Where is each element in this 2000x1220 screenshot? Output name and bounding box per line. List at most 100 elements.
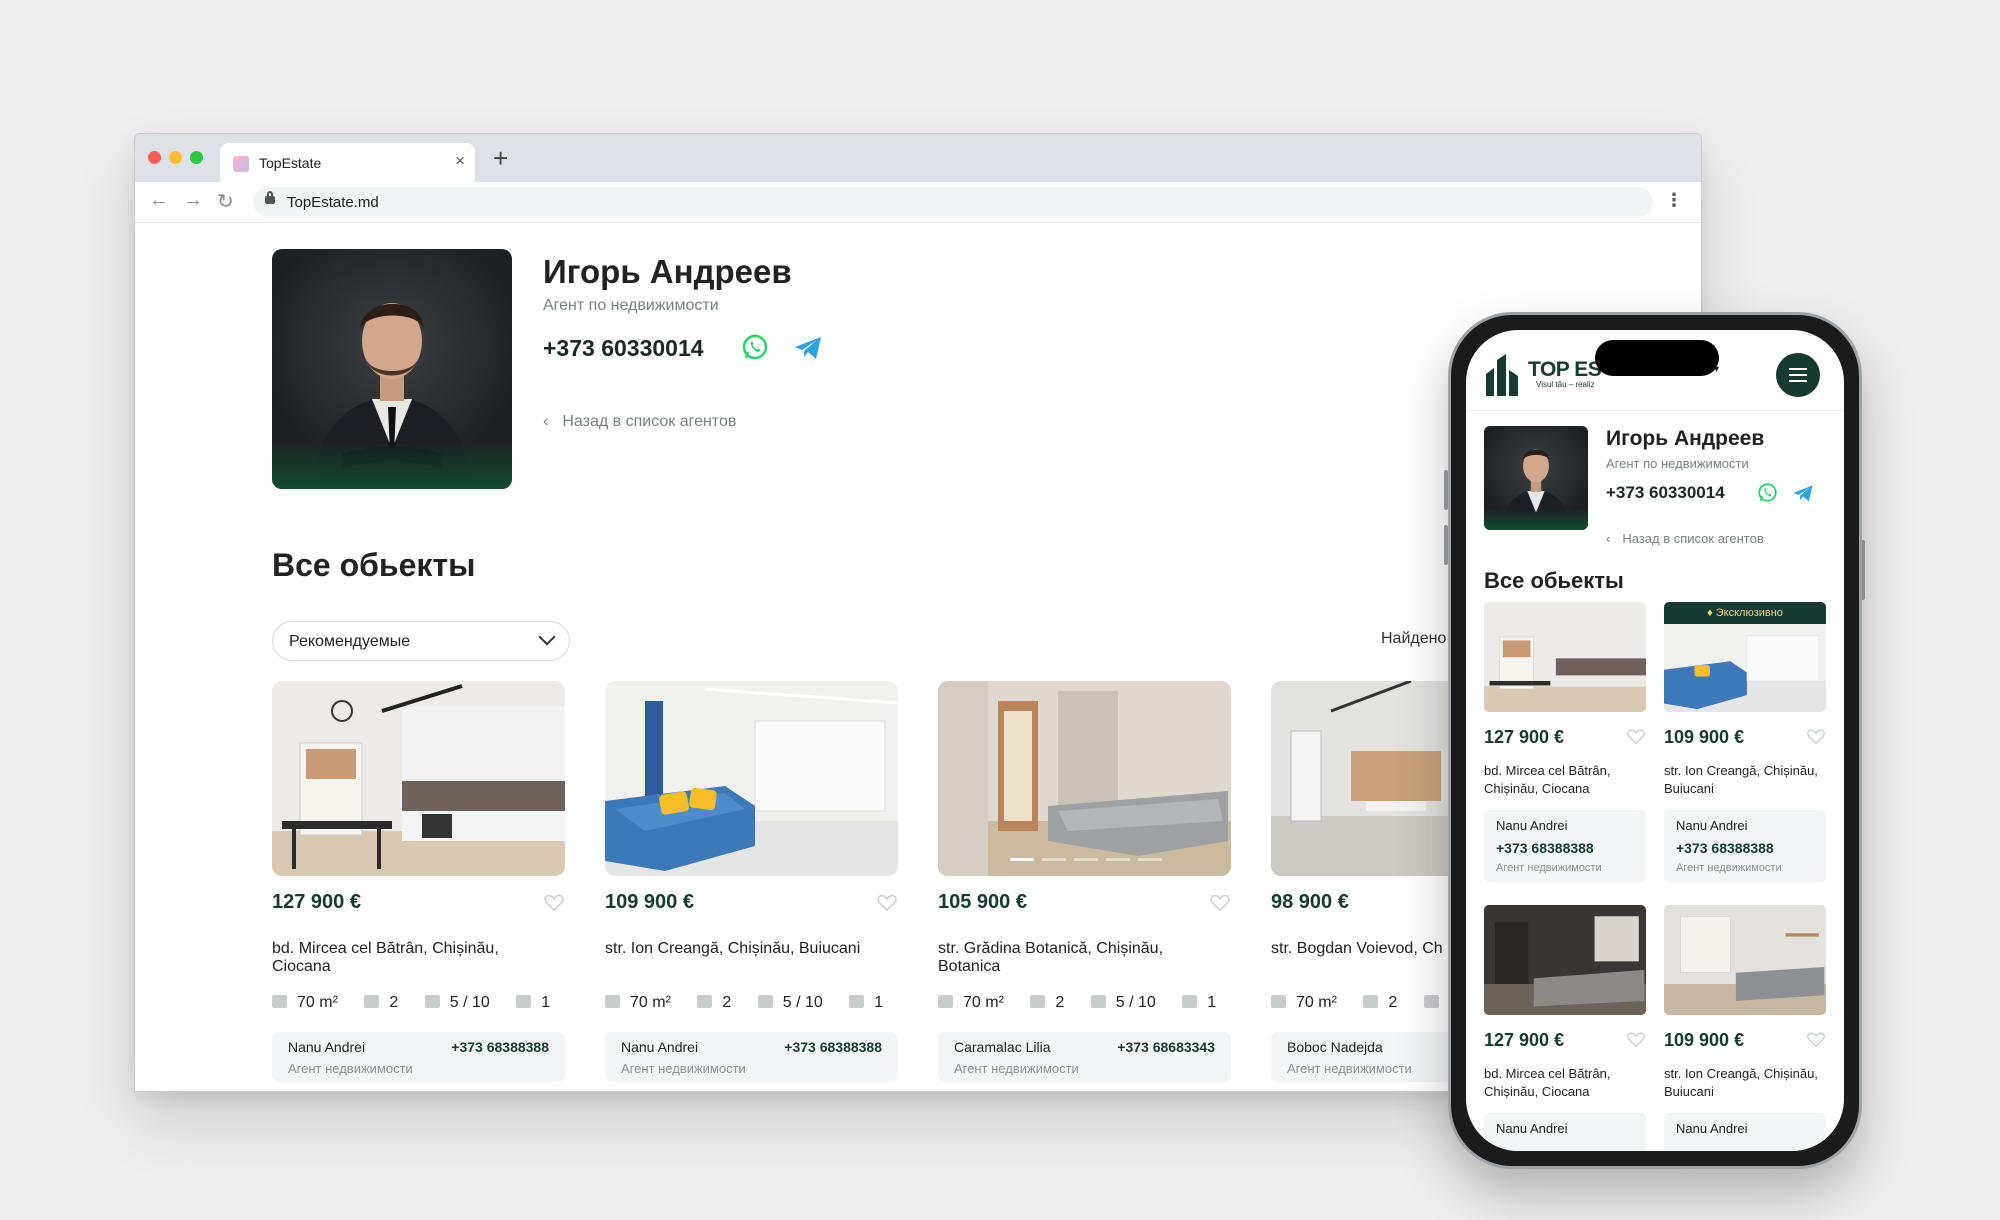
listing-card[interactable]: 109 900 € str. Ion Creangă, Chișinău, Bu… xyxy=(605,681,898,1082)
tab-topestate[interactable]: TopEstate × xyxy=(220,143,475,182)
lock-icon xyxy=(265,191,275,204)
listing-photo[interactable] xyxy=(938,681,1231,876)
listing-agent-box[interactable]: Nanu Andrei +373 68388388 Агент недвижим… xyxy=(272,1032,565,1082)
bath-icon xyxy=(516,995,532,1008)
dark-living-room-photo-icon xyxy=(1484,905,1646,1015)
mobile-agent-role: Агент по недвижимости xyxy=(1606,456,1749,471)
listing-photo[interactable]: ♦ Эксклюзивно xyxy=(1664,602,1826,712)
listing-photo[interactable] xyxy=(272,681,565,876)
mobile-agent-name: Игорь Андреев xyxy=(1606,427,1765,450)
bed-icon xyxy=(697,995,713,1008)
listing-agent-role: Агент недвижимости xyxy=(1496,862,1602,874)
listing-beds: 2 xyxy=(722,994,732,1011)
heart-icon[interactable] xyxy=(876,891,898,913)
browser-menu-icon[interactable]: ⋮ xyxy=(1665,190,1683,211)
heart-icon[interactable] xyxy=(543,891,565,913)
heart-icon[interactable] xyxy=(1626,726,1646,746)
listing-card[interactable]: 127 900 € bd. Mircea cel Bătrân, Chișină… xyxy=(272,681,565,1082)
forward-arrow-icon[interactable]: → xyxy=(183,189,203,212)
new-tab-button[interactable]: + xyxy=(493,143,508,174)
url-text: TopEstate.md xyxy=(287,194,379,211)
back-to-agents-link[interactable]: ‹ Назад в список агентов xyxy=(543,413,736,431)
mobile-listing-card[interactable]: ♦ Эксклюзивно 109 900 € str. Ion Creangă… xyxy=(1664,602,1826,882)
whatsapp-icon[interactable] xyxy=(1757,482,1778,503)
listing-photo[interactable] xyxy=(1484,905,1646,1015)
listing-price: 127 900 € xyxy=(1484,1030,1565,1050)
listing-agent-box[interactable]: Caramalac Lilia +373 68683343 Агент недв… xyxy=(938,1032,1231,1082)
area-icon xyxy=(272,995,287,1008)
listing-photo[interactable] xyxy=(1484,602,1646,712)
bed-icon xyxy=(364,995,380,1008)
listing-agent-role: Агент недвижимости xyxy=(288,1061,413,1076)
listing-agent-phone[interactable]: +373 68683343 xyxy=(1117,1039,1215,1055)
mobile-listing-card[interactable]: 127 900 € bd. Mircea cel Bătrân, Chișină… xyxy=(1484,905,1646,1151)
listings-title: Все обьекты xyxy=(272,547,476,583)
chevron-left-icon: ‹ xyxy=(1606,531,1611,546)
listing-price: 109 900 € xyxy=(1664,1030,1745,1050)
heart-icon[interactable] xyxy=(1626,1029,1646,1049)
back-arrow-icon[interactable]: ← xyxy=(149,189,169,212)
kitchen-photo-icon xyxy=(272,681,565,876)
telegram-icon[interactable] xyxy=(1792,484,1814,503)
area-icon xyxy=(605,995,620,1008)
mobile-back-label: Назад в список агентов xyxy=(1622,531,1764,546)
listing-photo[interactable] xyxy=(605,681,898,876)
whatsapp-icon[interactable] xyxy=(741,333,769,361)
listing-card[interactable]: 105 900 € str. Grădina Botanică, Chișină… xyxy=(938,681,1231,1082)
topestate-logo-icon[interactable] xyxy=(1484,352,1520,396)
tab-close-icon[interactable]: × xyxy=(455,151,465,171)
listing-price: 127 900 € xyxy=(1484,727,1565,747)
mobile-agent-phone[interactable]: +373 60330014 xyxy=(1606,483,1725,503)
mobile-agent-photo xyxy=(1484,426,1588,530)
listing-beds: 2 xyxy=(389,994,399,1011)
mobile-listing-card[interactable]: 127 900 € bd. Mircea cel Bătrân, Chișină… xyxy=(1484,602,1646,882)
listing-address: str. Grădina Botanică, Chișinău, Botanic… xyxy=(938,940,1164,975)
photo-carousel-dots[interactable] xyxy=(1010,848,1170,866)
listing-photo[interactable] xyxy=(1664,905,1826,1015)
living-room-photo-icon xyxy=(605,681,898,876)
listing-price: 109 900 € xyxy=(1664,727,1745,747)
logo-text[interactable]: TOP ES xyxy=(1528,358,1602,382)
listing-agent-box[interactable]: Nanu Andrei +373 68388388 Агент недвижим… xyxy=(1484,810,1646,882)
listing-agent-phone[interactable]: +373 68388388 xyxy=(784,1039,882,1055)
mobile-back-link[interactable]: ‹ Назад в список агентов xyxy=(1606,531,1764,546)
area-icon xyxy=(1271,995,1286,1008)
listing-features: 70 m² 2 5 / 10 1 xyxy=(605,994,898,1012)
heart-icon[interactable] xyxy=(1806,726,1826,746)
floor-icon xyxy=(1090,995,1106,1008)
minimize-window-button[interactable] xyxy=(169,151,182,164)
listing-price: 127 900 € xyxy=(272,891,361,913)
listing-agent-box[interactable]: Nanu Andrei +373 68388388 Агент недвижим… xyxy=(1664,810,1826,882)
sort-value: Рекомендуемые xyxy=(289,633,411,650)
telegram-icon[interactable] xyxy=(793,335,823,361)
room-photo-icon xyxy=(1664,905,1826,1015)
maximize-window-button[interactable] xyxy=(190,151,203,164)
reload-icon[interactable]: ↻ xyxy=(217,189,234,214)
listing-agent-box[interactable]: Nanu Andrei +373 68388388 Агент недвижим… xyxy=(605,1032,898,1082)
agent-phone[interactable]: +373 60330014 xyxy=(543,335,704,362)
heart-icon[interactable] xyxy=(1209,891,1231,913)
heart-icon[interactable] xyxy=(1806,1029,1826,1049)
listing-agent-box[interactable]: Nanu Andrei xyxy=(1484,1113,1646,1151)
floor-icon xyxy=(1423,995,1439,1008)
menu-icon[interactable] xyxy=(1776,353,1820,397)
agent-role: Агент по недвижимости xyxy=(543,297,719,314)
listing-agent-role: Агент недвижимости xyxy=(1676,862,1782,874)
listing-agent-phone[interactable]: +373 68388388 xyxy=(451,1039,549,1055)
close-window-button[interactable] xyxy=(148,151,161,164)
listing-price: 105 900 € xyxy=(938,891,1027,913)
diamond-icon: ♦ xyxy=(1707,607,1716,619)
floor-icon xyxy=(757,995,773,1008)
listing-agent-phone[interactable]: +373 68388388 xyxy=(1496,840,1594,856)
listing-agent-box[interactable]: Nanu Andrei xyxy=(1664,1113,1826,1151)
sort-dropdown[interactable]: Рекомендуемые xyxy=(272,621,570,661)
url-field[interactable]: TopEstate.md xyxy=(253,187,1653,217)
listing-features: 70 m² 2 5 / 10 1 xyxy=(938,994,1231,1012)
listing-agent-role: Агент недвижимости xyxy=(621,1061,746,1076)
logo-tagline: Visul tău – realiz xyxy=(1536,380,1595,389)
mobile-listing-card[interactable]: 109 900 € str. Ion Creangă, Chișinău, Bu… xyxy=(1664,905,1826,1151)
dynamic-island xyxy=(1595,340,1719,376)
bedroom-photo-icon xyxy=(938,681,1231,876)
listing-agent-phone[interactable]: +373 68388388 xyxy=(1676,840,1774,856)
listing-features: 70 m² 2 5 / 10 1 xyxy=(272,994,565,1012)
